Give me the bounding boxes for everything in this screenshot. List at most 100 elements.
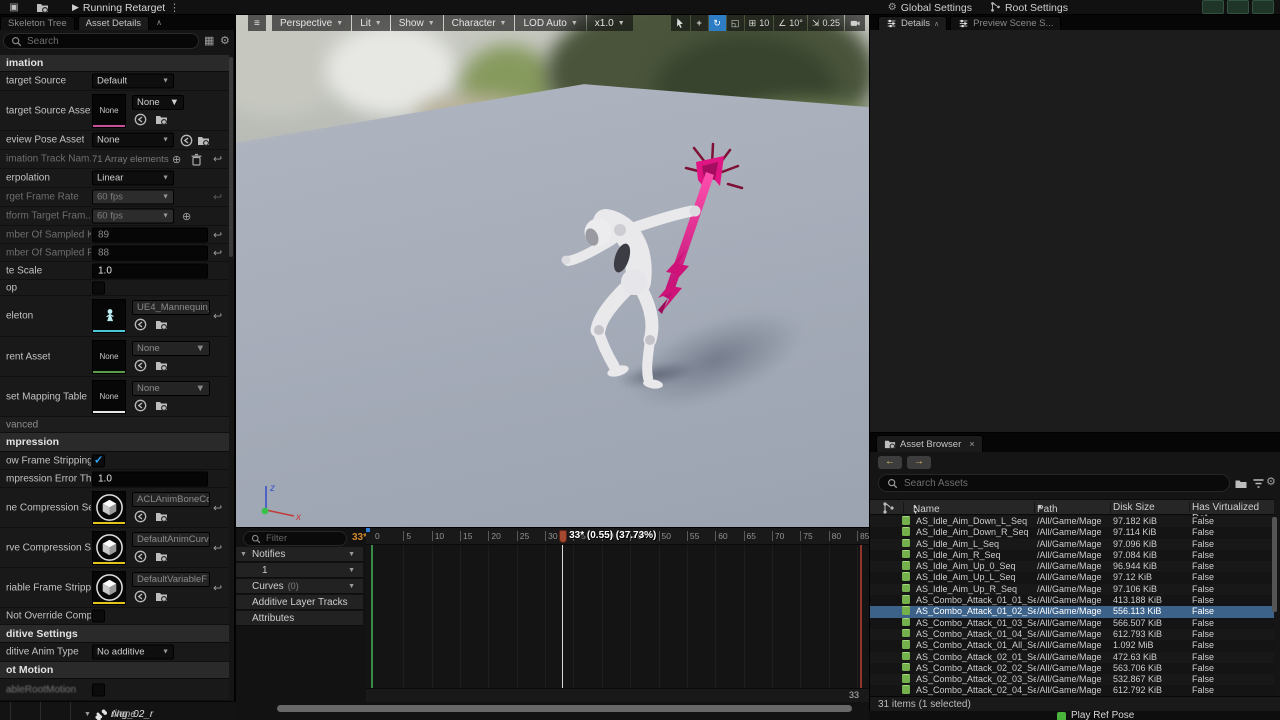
grid-snap-button[interactable]: ⊞ 10 <box>744 15 774 31</box>
forward-button[interactable]: → <box>907 456 931 469</box>
reset-to-default-icon[interactable]: ↩ <box>213 246 222 259</box>
timeline-track-area[interactable] <box>366 545 869 688</box>
column-header-disk-size[interactable]: Disk Size <box>1113 502 1155 513</box>
rotate-tool-button[interactable]: ↻ <box>708 15 726 31</box>
camera-speed-button[interactable] <box>845 15 865 31</box>
asset-row[interactable]: AS_Idle_Aim_Down_L_Seq /All/Game/Mage 97… <box>870 516 1274 528</box>
viewport-option-button[interactable]: Perspective ▼ <box>272 15 352 31</box>
browse-to-asset-icon[interactable] <box>155 113 168 126</box>
viewport-menu-button[interactable]: ≡ <box>248 15 266 31</box>
parent-asset-thumbnail[interactable]: None <box>92 340 126 374</box>
allow-frame-stripping-checkbox[interactable] <box>92 454 105 467</box>
reset-to-default-icon[interactable]: ↩ <box>213 153 222 166</box>
enable-root-motion-checkbox[interactable] <box>92 683 105 696</box>
use-selected-asset-icon[interactable] <box>134 550 147 563</box>
skeleton-thumbnail[interactable] <box>92 299 126 333</box>
reset-to-default-icon[interactable]: ↩ <box>213 581 222 594</box>
track-options-icon[interactable]: ▼ <box>348 551 355 558</box>
rotation-snap-button[interactable]: ∠ 10° <box>774 15 807 31</box>
column-separator[interactable] <box>1110 502 1111 513</box>
mode-button[interactable] <box>1227 0 1249 14</box>
browse-to-asset-icon[interactable] <box>155 359 168 372</box>
asset-row[interactable]: AS_Combo_Attack_02_04_Seq /All/Game/Mage… <box>870 685 1274 696</box>
playhead-marker[interactable] <box>559 530 568 543</box>
browse-to-asset-icon[interactable] <box>197 134 210 147</box>
preview-pose-asset-dropdown[interactable]: None ▼ <box>92 132 174 148</box>
timeline-horizontal-scrollbar[interactable] <box>277 705 852 712</box>
track-row[interactable]: Attributes <box>236 611 363 626</box>
asset-row[interactable]: AS_Idle_Aim_Up_R_Seq /All/Game/Mage 97.1… <box>870 583 1274 596</box>
use-selected-asset-icon[interactable] <box>134 113 147 126</box>
asset-row[interactable]: AS_Combo_Attack_01_All_Seq /All/Game/Mag… <box>870 640 1274 652</box>
section-animation[interactable]: imation <box>0 55 229 72</box>
asset-row[interactable]: AS_Combo_Attack_01_04_Seq /All/Game/Mage… <box>870 628 1274 641</box>
folder-icon[interactable] <box>1234 477 1248 490</box>
track-row[interactable]: 1 ▼ <box>236 563 363 578</box>
asset-row[interactable]: AS_Combo_Attack_02_02_Seq /All/Game/Mage… <box>870 662 1274 675</box>
viewport-option-button[interactable]: LOD Auto ▼ <box>515 15 586 31</box>
use-selected-asset-icon[interactable] <box>134 590 147 603</box>
variable-frame-stripping-thumbnail[interactable] <box>92 571 126 605</box>
preview-character-mannequin[interactable] <box>470 140 790 420</box>
reset-to-default-icon[interactable]: ↩ <box>213 310 222 323</box>
viewport-option-button[interactable]: x1.0 ▼ <box>586 15 633 31</box>
left-panel-scrollbar[interactable] <box>229 57 233 257</box>
reset-to-default-icon[interactable]: ↩ <box>213 541 222 554</box>
variable-frame-stripping-dropdown[interactable]: DefaultVariableF▼ <box>132 572 210 587</box>
asset-icon[interactable]: ▣ <box>6 1 22 14</box>
track-filter-input[interactable]: Filter <box>243 531 347 546</box>
use-selected-asset-icon[interactable] <box>134 510 147 523</box>
browse-to-asset-icon[interactable] <box>155 318 168 331</box>
skeleton-dropdown[interactable]: UE4_Mannequin_▼ <box>132 300 210 315</box>
viewport-option-button[interactable]: Character ▼ <box>443 15 515 31</box>
tab-asset-browser[interactable]: Asset Browser × <box>876 435 983 452</box>
asset-row[interactable]: AS_Idle_Aim_R_Seq /All/Game/Mage 97.084 … <box>870 549 1274 562</box>
collapse-ca-icon[interactable]: ∧ <box>934 20 939 28</box>
section-root-motion[interactable]: ot Motion <box>0 662 229 679</box>
loop-checkbox[interactable] <box>92 281 105 294</box>
column-separator[interactable] <box>903 502 904 513</box>
section-compression[interactable]: mpression <box>0 433 229 452</box>
settings-gear-icon[interactable]: ⚙ <box>1266 475 1276 488</box>
browse-to-asset-icon[interactable] <box>155 510 168 523</box>
parent-asset-dropdown[interactable]: None ▼ <box>132 341 210 356</box>
interpolation-dropdown[interactable]: Linear ▼ <box>92 170 174 186</box>
track-options-icon[interactable]: ▼ <box>348 567 355 574</box>
viewport-option-button[interactable]: Lit ▼ <box>352 15 390 31</box>
asset-row[interactable]: AS_Combo_Attack_01_02_Seq /All/Game/Mage… <box>870 606 1274 618</box>
track-row[interactable]: Additive Layer Tracks <box>236 595 363 610</box>
asset-row[interactable]: AS_Combo_Attack_02_01_Seq /All/Game/Mage… <box>870 651 1274 663</box>
details-settings-gear-icon[interactable]: ⚙ <box>220 34 230 47</box>
bone-retarget-value[interactable]: None <box>112 709 136 720</box>
mode-button[interactable] <box>1202 0 1224 14</box>
root-settings-button[interactable]: Root Settings <box>990 1 1068 15</box>
bone-compression-dropdown[interactable]: ACLAnimBoneCo▼ <box>132 492 210 507</box>
asset-thumbnail[interactable]: None <box>92 94 126 128</box>
tab-details[interactable]: Details ∧ <box>878 16 948 30</box>
scale-tool-button[interactable]: ◱ <box>726 15 744 31</box>
expand-caret-icon[interactable]: ▼ <box>84 711 91 718</box>
reset-to-default-icon[interactable]: ↩ <box>213 228 222 241</box>
browse-to-asset-icon[interactable] <box>155 550 168 563</box>
tab-preview-scene-settings[interactable]: Preview Scene S... <box>950 16 1062 30</box>
panel-collapse-icon[interactable]: ∧ <box>156 18 162 27</box>
asset-row[interactable]: AS_Combo_Attack_02_03_Seq /All/Game/Mage… <box>870 674 1274 686</box>
add-element-icon[interactable]: ⊕ <box>182 210 191 223</box>
revision-hierarchy-icon[interactable] <box>882 501 895 514</box>
retarget-source-dropdown[interactable]: Default ▼ <box>92 73 174 89</box>
tab-asset-details[interactable]: Asset Details <box>77 16 150 30</box>
use-selected-asset-icon[interactable] <box>134 399 147 412</box>
3d-viewport[interactable]: ≡ Perspective ▼ Lit ▼ Show ▼ Character ▼ LOD… <box>236 15 869 527</box>
asset-mapping-table-dropdown[interactable]: None ▼ <box>132 381 210 396</box>
move-tool-button[interactable]: + <box>690 15 708 31</box>
filter-icon[interactable] <box>1251 477 1265 490</box>
tab-skeleton-tree[interactable]: Skeleton Tree <box>0 16 75 30</box>
range-end-marker[interactable] <box>860 545 862 688</box>
property-matrix-icon[interactable]: ▦ <box>204 34 214 47</box>
advanced-expander[interactable]: vanced <box>0 417 229 433</box>
global-settings-button[interactable]: ⚙ Global Settings <box>888 2 972 14</box>
curve-compression-dropdown[interactable]: DefaultAnimCurv▼ <box>132 532 210 547</box>
details-search-input[interactable]: Search <box>3 33 199 49</box>
back-button[interactable]: ← <box>878 456 902 469</box>
mode-button[interactable] <box>1252 0 1274 14</box>
